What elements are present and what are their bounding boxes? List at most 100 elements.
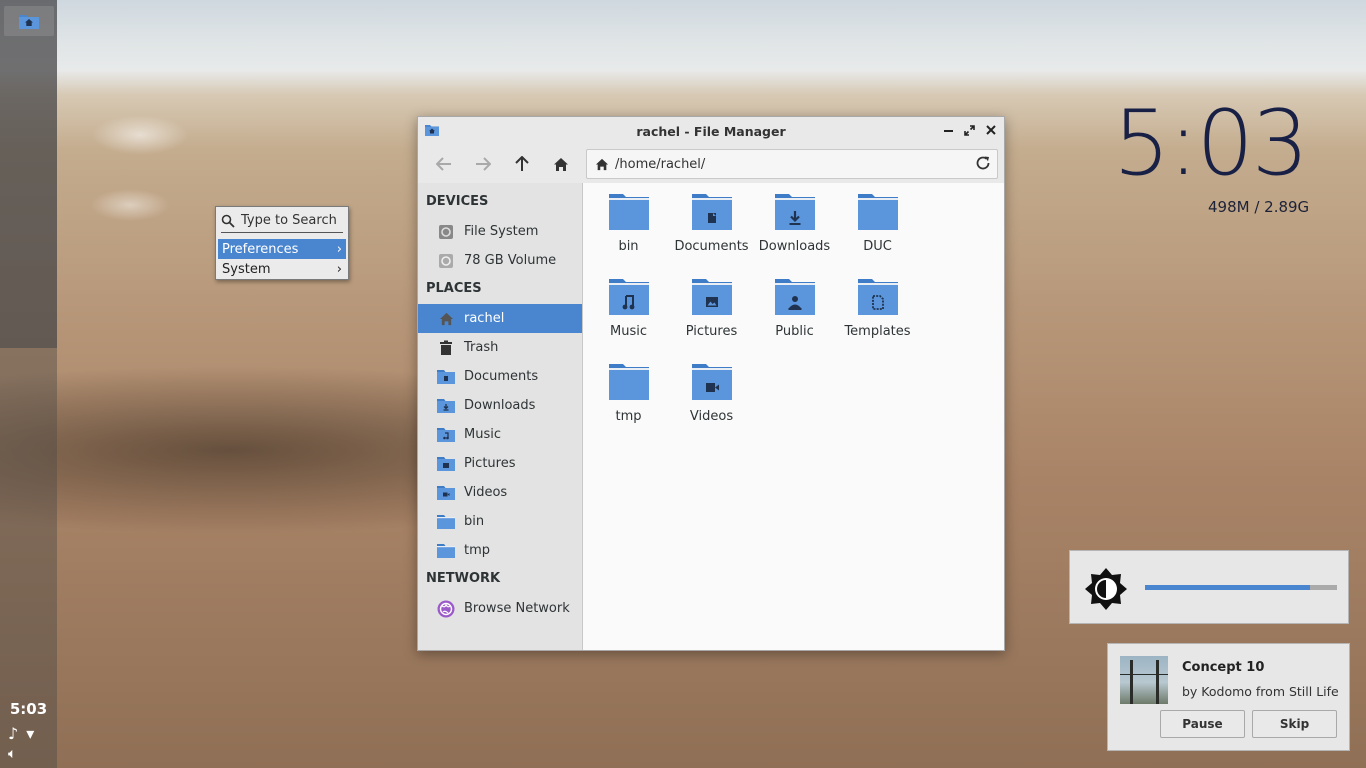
home-folder-icon xyxy=(19,15,39,29)
file-item-bin[interactable]: bin xyxy=(587,193,670,278)
home-icon xyxy=(595,158,609,170)
chevron-right-icon: › xyxy=(336,261,342,277)
network-globe-icon xyxy=(436,599,456,619)
file-item-label: Downloads xyxy=(758,239,831,254)
file-item-label: bin xyxy=(618,239,639,254)
file-view[interactable]: bin Documents Downloads DUC Music Pictures Pub… xyxy=(583,183,1004,650)
file-item-videos[interactable]: Videos xyxy=(670,363,753,448)
file-item-label: Documents xyxy=(674,239,749,254)
window-titlebar[interactable]: rachel - File Manager xyxy=(418,117,1004,145)
back-arrow-icon xyxy=(435,157,451,171)
file-grid: bin Documents Downloads DUC Music Pictures Pub… xyxy=(587,193,919,448)
up-arrow-icon xyxy=(514,156,529,171)
drive-icon xyxy=(436,251,456,271)
sidebar-heading-network: NETWORK xyxy=(426,571,501,586)
folder-music-icon xyxy=(436,425,456,445)
home-icon xyxy=(436,309,456,329)
panel-clock[interactable]: 5:03 xyxy=(0,700,57,718)
sidebar-heading-places: PLACES xyxy=(426,281,482,296)
folder-documents-icon xyxy=(436,367,456,387)
folder-pictures-icon xyxy=(436,454,456,474)
sidebar-item-rachel[interactable]: rachel xyxy=(418,304,582,333)
location-path[interactable]: /home/rachel/ xyxy=(615,157,705,172)
file-item-templates[interactable]: Templates xyxy=(836,278,919,363)
file-item-label: Public xyxy=(775,324,814,339)
reload-button[interactable] xyxy=(975,155,991,175)
forward-arrow-icon xyxy=(475,157,491,171)
file-item-documents[interactable]: Documents xyxy=(670,193,753,278)
folder-picture-icon xyxy=(691,279,732,315)
sidebar-heading-devices: DEVICES xyxy=(426,194,489,209)
wifi-icon[interactable]: ▾ xyxy=(26,724,34,743)
home-folder-launcher[interactable] xyxy=(4,6,54,36)
file-item-pictures[interactable]: Pictures xyxy=(670,278,753,363)
close-button[interactable] xyxy=(983,122,998,138)
panel-top-area xyxy=(0,0,57,348)
brightness-slider[interactable] xyxy=(1145,585,1337,590)
sidebar-item-label: Music xyxy=(464,427,501,442)
menu-item-label: Preferences xyxy=(222,241,299,257)
toolbar: /home/rachel/ xyxy=(418,145,1004,183)
file-item-label: DUC xyxy=(863,239,892,254)
sidebar-item-label: bin xyxy=(464,514,485,529)
pause-button[interactable]: Pause xyxy=(1160,710,1245,738)
minimize-button[interactable] xyxy=(941,122,956,138)
sidebar-item-bin[interactable]: bin xyxy=(418,507,582,536)
sidebar-item-browse-network[interactable]: Browse Network xyxy=(418,594,582,623)
file-item-tmp[interactable]: tmp xyxy=(587,363,670,448)
menu-search-field[interactable]: Type to Search xyxy=(221,209,343,233)
menu-item-preferences[interactable]: Preferences › xyxy=(218,239,346,259)
trash-icon xyxy=(436,338,456,358)
sidebar-item-downloads[interactable]: Downloads xyxy=(418,391,582,420)
reload-icon xyxy=(976,156,990,170)
file-item-public[interactable]: Public xyxy=(753,278,836,363)
sidebar-item-file-system[interactable]: File System xyxy=(418,217,582,246)
maximize-button[interactable] xyxy=(962,122,977,138)
sidebar-item-78gb-volume[interactable]: 78 GB Volume xyxy=(418,246,582,275)
folder-icon xyxy=(608,194,649,230)
up-button[interactable] xyxy=(502,149,541,179)
file-manager-app-icon xyxy=(425,125,439,136)
skip-button[interactable]: Skip xyxy=(1252,710,1337,738)
sidebar-item-pictures[interactable]: Pictures xyxy=(418,449,582,478)
context-menu: Type to Search Preferences › System › xyxy=(215,206,349,280)
sidebar-item-label: Trash xyxy=(464,340,499,355)
menu-item-system[interactable]: System › xyxy=(218,259,346,279)
file-item-duc[interactable]: DUC xyxy=(836,193,919,278)
music-note-icon[interactable]: ♪ xyxy=(8,724,18,743)
sidebar-item-videos[interactable]: Videos xyxy=(418,478,582,507)
sidebar-item-music[interactable]: Music xyxy=(418,420,582,449)
file-item-label: Pictures xyxy=(685,324,738,339)
sidebar-item-label: Pictures xyxy=(464,456,516,471)
maximize-icon xyxy=(964,124,975,136)
sidebar-item-trash[interactable]: Trash xyxy=(418,333,582,362)
back-button[interactable] xyxy=(424,149,463,179)
folder-icon xyxy=(608,364,649,400)
folder-template-icon xyxy=(857,279,898,315)
sidebar-item-tmp[interactable]: tmp xyxy=(418,536,582,565)
forward-button[interactable] xyxy=(463,149,502,179)
sidebar-item-label: Videos xyxy=(464,485,508,500)
brightness-level-fill xyxy=(1145,585,1311,590)
sidebar-item-label: tmp xyxy=(464,543,491,558)
folder-icon xyxy=(436,541,456,561)
file-item-downloads[interactable]: Downloads xyxy=(753,193,836,278)
sidebar-item-label: 78 GB Volume xyxy=(464,253,557,268)
file-item-music[interactable]: Music xyxy=(587,278,670,363)
left-panel: 5:03 ♪ ▾ 🔈︎ xyxy=(0,0,57,768)
sidebar-item-documents[interactable]: Documents xyxy=(418,362,582,391)
home-button[interactable] xyxy=(541,149,580,179)
drive-icon xyxy=(436,222,456,242)
volume-icon[interactable]: 🔈︎ xyxy=(8,746,16,762)
folder-icon xyxy=(857,194,898,230)
sidebar: DEVICES File System 78 GB Volume PLACES … xyxy=(418,183,583,650)
minimize-icon xyxy=(943,130,953,132)
sidebar-item-label: File System xyxy=(464,224,539,239)
location-bar[interactable]: /home/rachel/ xyxy=(586,149,998,179)
brightness-icon xyxy=(1085,568,1127,610)
brightness-osd xyxy=(1069,550,1349,624)
file-item-label: Templates xyxy=(844,324,911,339)
chevron-right-icon: › xyxy=(336,241,342,257)
close-icon xyxy=(985,125,996,135)
home-icon xyxy=(553,157,568,171)
